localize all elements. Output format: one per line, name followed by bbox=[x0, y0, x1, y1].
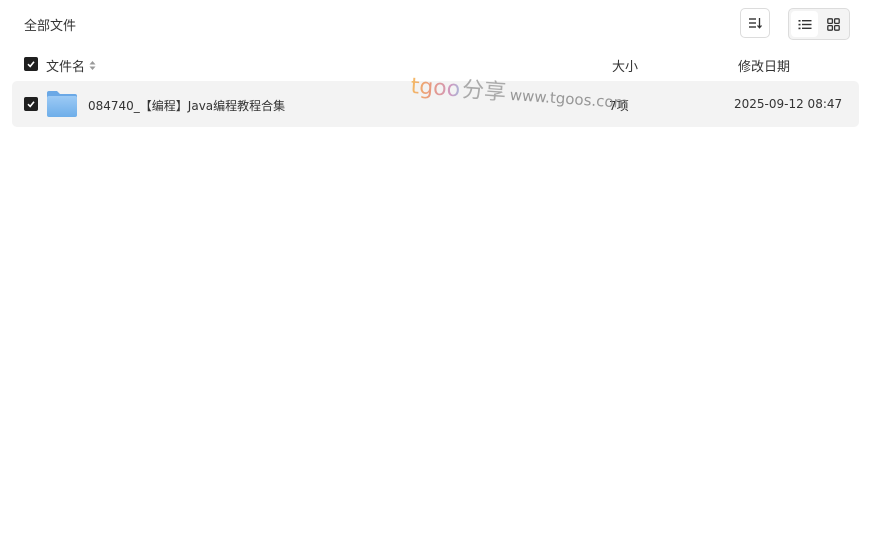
file-browser: 全部文件 文件名 大小 修改日期 084740_【编程】Java编程教程合集 7… bbox=[0, 0, 874, 538]
file-date: 2025-09-12 08:47 bbox=[734, 97, 843, 111]
sort-button[interactable] bbox=[740, 8, 770, 38]
column-header-size: 大小 bbox=[612, 60, 639, 75]
file-size: 7项 bbox=[609, 99, 629, 113]
sort-arrows-icon bbox=[89, 61, 96, 70]
row-checkbox[interactable] bbox=[24, 97, 38, 111]
list-view-button[interactable] bbox=[791, 11, 818, 37]
folder-icon bbox=[47, 91, 77, 117]
grid-view-icon bbox=[827, 17, 840, 31]
table-header: 文件名 大小 修改日期 bbox=[12, 50, 859, 78]
table-row[interactable]: 084740_【编程】Java编程教程合集 7项 2025-09-12 08:4… bbox=[12, 81, 859, 127]
view-toggle bbox=[788, 8, 850, 40]
grid-view-button[interactable] bbox=[820, 11, 847, 37]
column-name-label: 文件名 bbox=[46, 60, 86, 75]
file-name[interactable]: 084740_【编程】Java编程教程合集 bbox=[88, 97, 285, 114]
column-header-name[interactable]: 文件名 bbox=[46, 56, 96, 75]
list-view-icon bbox=[798, 19, 811, 29]
select-all-checkbox[interactable] bbox=[24, 57, 38, 71]
page-title: 全部文件 bbox=[24, 19, 77, 34]
check-icon bbox=[27, 101, 35, 108]
check-icon bbox=[27, 61, 35, 68]
column-header-date: 修改日期 bbox=[738, 60, 791, 75]
sort-icon bbox=[749, 18, 762, 29]
